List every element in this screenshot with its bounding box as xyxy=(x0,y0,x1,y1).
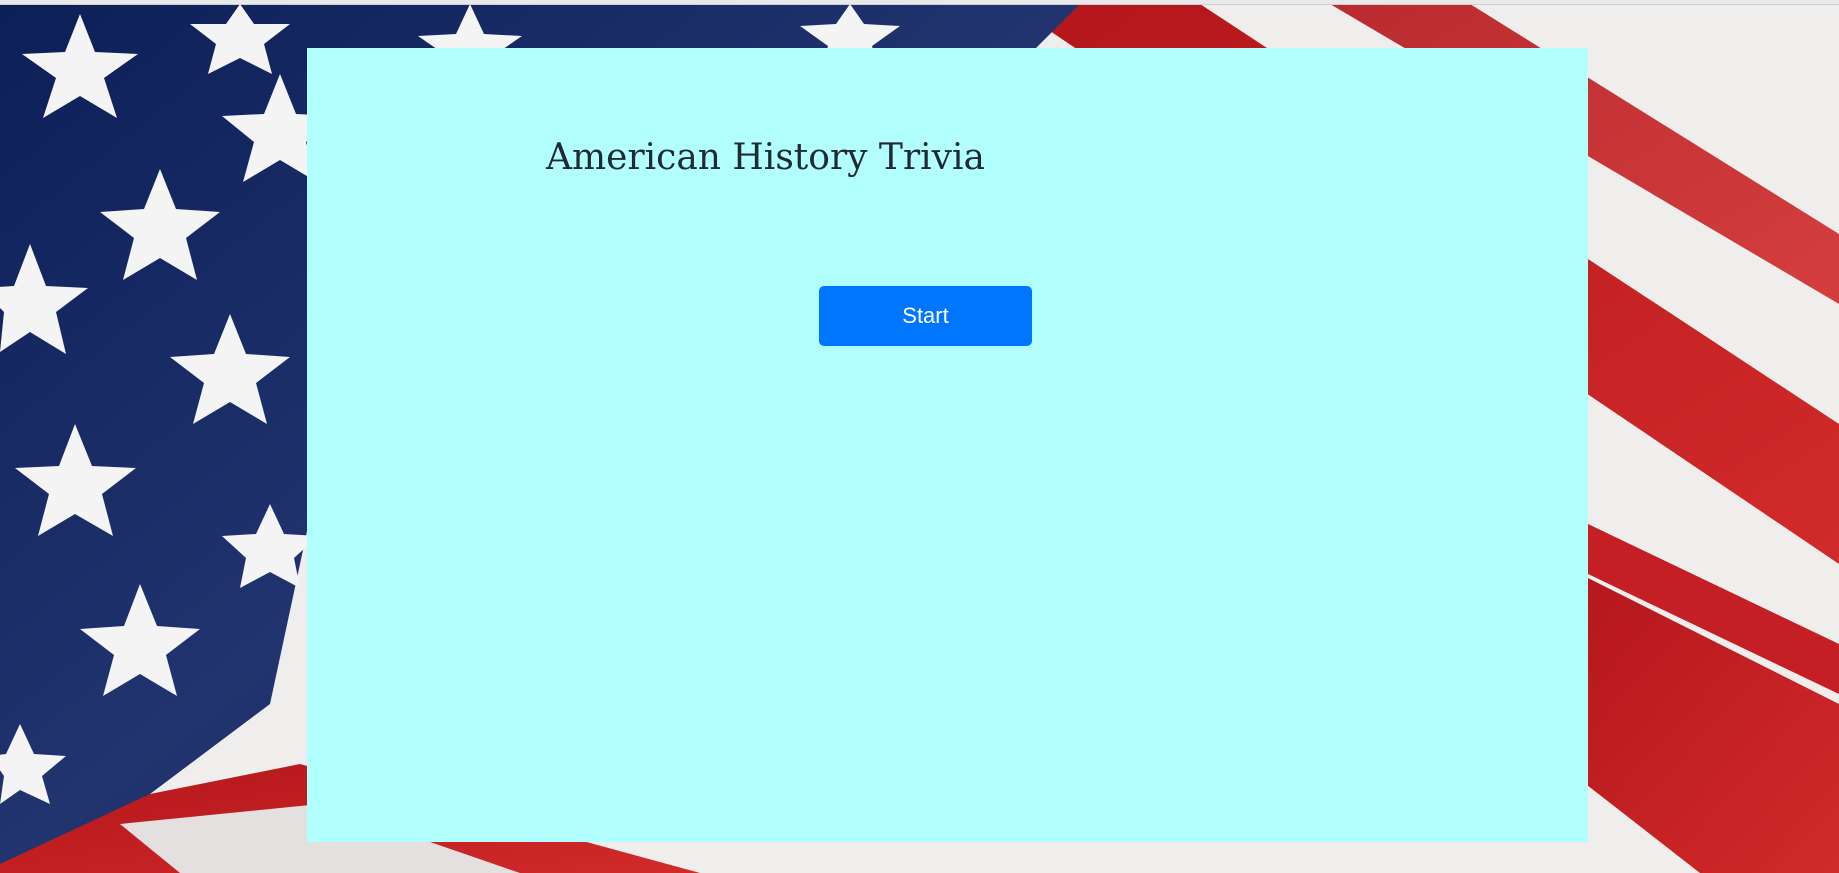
start-button[interactable]: Start xyxy=(819,286,1032,346)
browser-top-edge xyxy=(0,0,1839,5)
trivia-card: American History Trivia Start xyxy=(307,48,1588,842)
page-title: American History Trivia xyxy=(546,137,985,178)
page: American History Trivia Start xyxy=(0,0,1839,873)
